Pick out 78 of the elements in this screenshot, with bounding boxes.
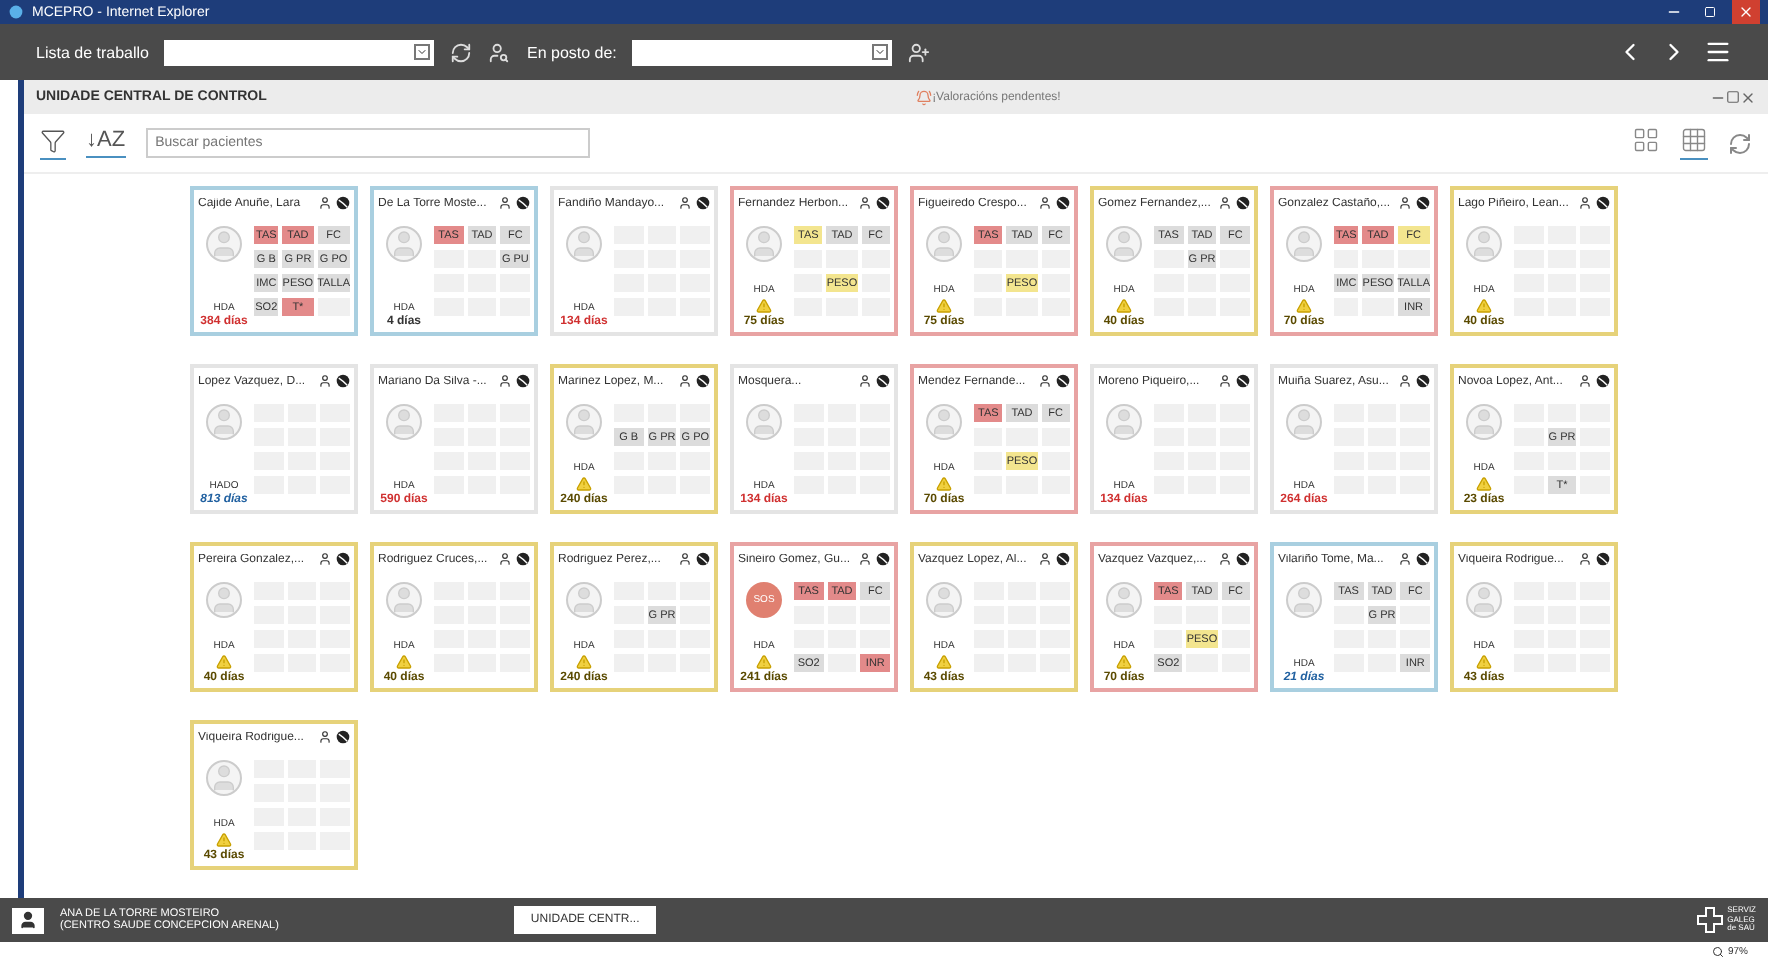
nurse-icon xyxy=(1038,196,1052,210)
ball-icon xyxy=(1596,374,1610,388)
close-button[interactable] xyxy=(1732,0,1760,24)
close-icon xyxy=(1738,4,1754,20)
nurse-icon xyxy=(1398,374,1412,388)
nurse-icon xyxy=(1578,374,1592,388)
nurse-icon xyxy=(1038,552,1052,566)
post-label: En posto de: xyxy=(526,43,617,61)
nurse-icon xyxy=(1578,196,1592,210)
zoom-icon xyxy=(1711,945,1724,957)
person-add-icon[interactable] xyxy=(908,41,931,63)
ball-icon xyxy=(876,196,890,210)
caret-icon xyxy=(872,44,889,60)
ball-icon xyxy=(336,196,350,210)
nurse-icon xyxy=(1398,552,1412,566)
ball-icon xyxy=(1056,196,1070,210)
ball-icon xyxy=(1596,552,1610,566)
nurse-icon xyxy=(1578,552,1592,566)
ball-icon xyxy=(1596,196,1610,210)
filter-icon xyxy=(40,127,66,153)
nurse-icon xyxy=(1398,196,1412,210)
nurse-icon xyxy=(1218,374,1232,388)
refresh-icon[interactable] xyxy=(450,41,473,63)
ball-icon xyxy=(1416,552,1430,566)
nurse-icon xyxy=(498,374,512,388)
nurse-icon xyxy=(1038,374,1052,388)
view-toggle[interactable] xyxy=(1680,126,1708,160)
nurse-icon xyxy=(858,196,872,210)
ball-icon xyxy=(696,374,710,388)
menu-icon[interactable] xyxy=(1704,38,1732,66)
ball-icon xyxy=(1236,374,1250,388)
nurse-icon xyxy=(1218,196,1232,210)
nurse-icon xyxy=(678,552,692,566)
large-grid-icon xyxy=(1632,126,1660,154)
browser-icon xyxy=(8,4,24,20)
reload-icon[interactable] xyxy=(1728,131,1752,155)
ball-icon xyxy=(336,374,350,388)
user-icon xyxy=(18,910,38,930)
ball-icon xyxy=(336,730,350,744)
worklist-select[interactable] xyxy=(164,39,435,65)
nurse-icon xyxy=(318,730,332,744)
sort-button[interactable]: ↓AZ xyxy=(86,128,126,158)
filter-button[interactable] xyxy=(40,127,66,159)
caret-icon xyxy=(414,44,431,60)
small-grid-icon xyxy=(1680,126,1708,154)
person-search-icon[interactable] xyxy=(488,41,511,63)
maximize-icon[interactable] xyxy=(1726,90,1741,104)
ball-icon xyxy=(1416,374,1430,388)
ball-icon xyxy=(876,552,890,566)
ball-icon xyxy=(336,552,350,566)
worklist-label: Lista de traballo xyxy=(36,43,149,61)
nurse-icon xyxy=(858,374,872,388)
maximize-icon xyxy=(1704,6,1716,18)
nurse-icon xyxy=(498,196,512,210)
ball-icon xyxy=(516,196,530,210)
close-icon[interactable] xyxy=(1740,89,1757,105)
ball-icon xyxy=(1236,552,1250,566)
nurse-icon xyxy=(318,196,332,210)
ball-icon xyxy=(876,374,890,388)
nurse-icon xyxy=(318,552,332,566)
ball-icon xyxy=(516,552,530,566)
ball-icon xyxy=(696,196,710,210)
nurse-icon xyxy=(678,374,692,388)
ball-icon xyxy=(1416,196,1430,210)
nurse-icon xyxy=(318,374,332,388)
ball-icon xyxy=(1056,552,1070,566)
user-button[interactable] xyxy=(12,907,44,933)
nurse-icon xyxy=(678,196,692,210)
cross-logo-icon xyxy=(1695,906,1724,934)
ball-icon xyxy=(516,374,530,388)
nurse-icon xyxy=(1218,552,1232,566)
ball-icon xyxy=(1236,196,1250,210)
nurse-icon xyxy=(498,552,512,566)
bell-icon xyxy=(916,89,933,105)
post-select[interactable] xyxy=(632,39,893,65)
ball-icon xyxy=(696,552,710,566)
nurse-icon xyxy=(858,552,872,566)
ball-icon xyxy=(1056,374,1070,388)
